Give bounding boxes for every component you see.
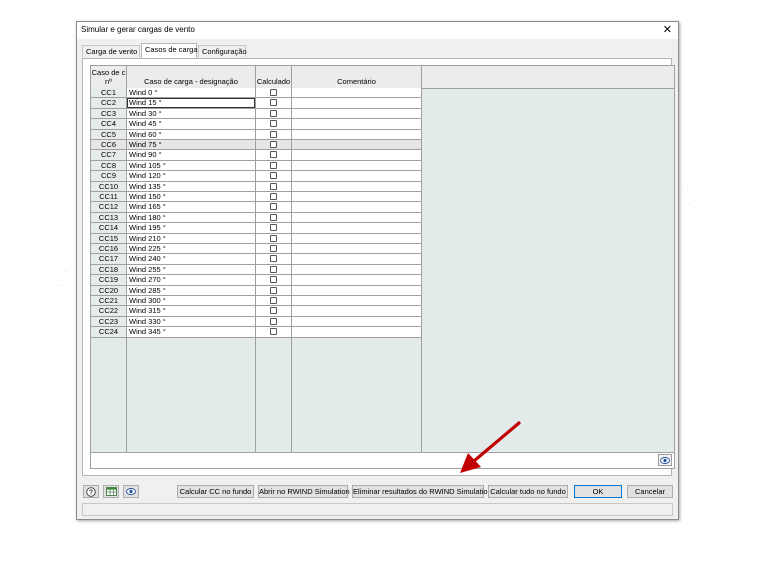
stray-mark: ·	[65, 268, 67, 274]
tab-casos-de-carga[interactable]: Casos de carga	[141, 43, 198, 58]
stray-mark: ·	[689, 201, 691, 207]
stray-mark: ·	[687, 186, 689, 192]
stray-mark: ·	[63, 293, 65, 299]
annotation-arrow	[460, 421, 521, 473]
stray-mark: ·	[61, 283, 63, 289]
